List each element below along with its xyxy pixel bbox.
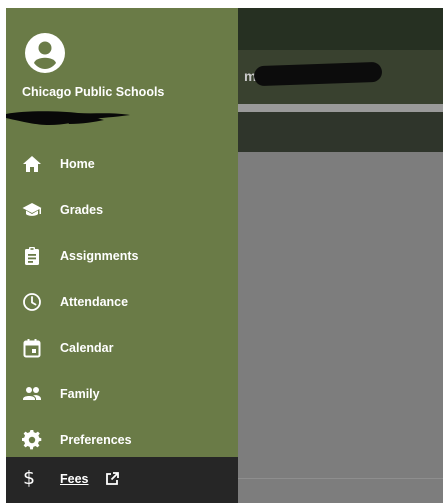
nav-item-label: Grades: [60, 203, 104, 217]
clock-icon: [23, 293, 41, 311]
home-icon: [23, 156, 41, 172]
clipboard-icon: [25, 247, 39, 265]
nav-item-fees[interactable]: $ Fees: [6, 457, 238, 503]
account-circle-icon: [25, 33, 65, 73]
nav-item-assignments[interactable]: Assignments: [6, 234, 238, 280]
nav-item-label: Home: [60, 157, 95, 171]
nav-item-family[interactable]: Family: [6, 372, 238, 418]
app-screen: m Chicago Public Schools Home Grades Ass…: [0, 0, 443, 503]
nav-item-label: Calendar: [60, 341, 114, 355]
nav-item-label: Assignments: [60, 249, 139, 263]
graduation-cap-icon: [22, 203, 42, 216]
nav-item-grades[interactable]: Grades: [6, 188, 238, 234]
nav-item-label: Family: [60, 387, 100, 401]
nav-item-label: Attendance: [60, 295, 129, 309]
external-link-icon: [106, 472, 119, 485]
family-icon: [23, 387, 41, 400]
profile-header: Chicago Public Schools: [6, 8, 238, 138]
navigation-drawer: Chicago Public Schools Home Grades Assig…: [6, 8, 238, 503]
nav-item-home[interactable]: Home: [6, 142, 238, 188]
redaction-mark: [253, 61, 383, 87]
calendar-icon: [23, 339, 41, 358]
nav-item-label: Preferences: [60, 433, 132, 447]
redacted-user-name: [6, 111, 130, 125]
gear-icon: [22, 430, 42, 450]
dollar-icon: $: [23, 467, 36, 489]
nav-item-attendance[interactable]: Attendance: [6, 280, 238, 326]
nav-item-label: Fees: [60, 472, 89, 486]
nav-item-calendar[interactable]: Calendar: [6, 326, 238, 372]
school-name: Chicago Public Schools: [22, 85, 165, 99]
